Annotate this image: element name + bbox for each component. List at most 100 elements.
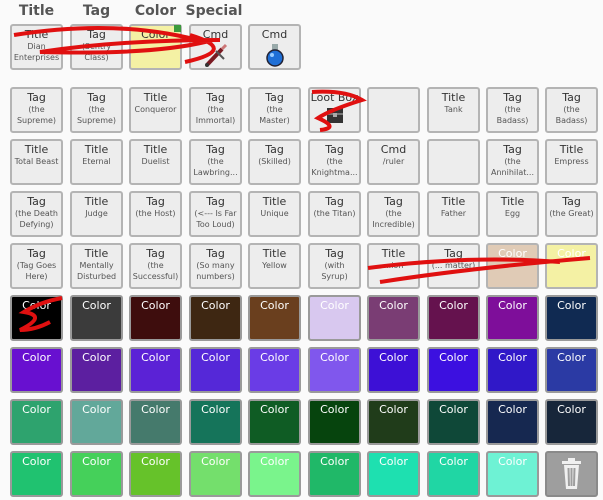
tile-sub: (the Knightma...	[311, 157, 358, 177]
color-swatch[interactable]: Color	[486, 451, 539, 497]
item-tile[interactable]: Tag (the Death Defying)	[10, 191, 63, 237]
item-tile[interactable]: Tag (the Titan)	[308, 191, 361, 237]
item-tile[interactable]: Title Conqueror	[129, 87, 182, 133]
equipped-tag-slot[interactable]: Tag (Sentry Class)	[70, 24, 123, 70]
item-tile[interactable]: Tag (... matter)	[427, 243, 480, 289]
special-cmd-slot-1[interactable]: Cmd	[189, 24, 242, 70]
color-swatch[interactable]: Color	[367, 451, 420, 497]
tile-sub: (the Incredible)	[372, 209, 415, 229]
color-swatch[interactable]: Color	[545, 295, 598, 341]
item-tile[interactable]: Color	[545, 243, 598, 289]
color-swatch[interactable]: Color	[308, 451, 361, 497]
item-tile[interactable]: Tag (the Knightma...	[308, 139, 361, 185]
item-tile[interactable]: Tag (<--- Is Far Too Loud)	[189, 191, 242, 237]
color-swatch[interactable]: Color	[486, 295, 539, 341]
color-swatch[interactable]: Color	[486, 399, 539, 445]
swatch-label: Color	[379, 299, 408, 312]
color-swatch[interactable]: Color	[427, 451, 480, 497]
item-tile[interactable]: Tag (the Host)	[129, 191, 182, 237]
special-cmd-slot-2[interactable]: Cmd	[248, 24, 301, 70]
tile-title: Title	[500, 195, 525, 208]
item-tile[interactable]: Tag (the Master)	[248, 87, 301, 133]
item-tile[interactable]: Loot Box	[308, 87, 361, 133]
trash-button[interactable]	[545, 451, 598, 497]
color-swatch[interactable]: Color	[367, 347, 420, 393]
item-tile[interactable]: Title Yellow	[248, 243, 301, 289]
swatch-label: Color	[498, 351, 527, 364]
item-tile[interactable]	[427, 139, 480, 185]
color-swatch[interactable]: Color	[486, 347, 539, 393]
color-swatch[interactable]: Color	[70, 451, 123, 497]
tile-title: Tag	[325, 247, 344, 260]
color-swatch[interactable]: Color	[427, 399, 480, 445]
color-swatch[interactable]: Color	[189, 451, 242, 497]
color-swatch[interactable]: Color	[308, 347, 361, 393]
item-tile[interactable]: Title Empress	[545, 139, 598, 185]
color-swatch[interactable]: Color	[427, 347, 480, 393]
color-swatch[interactable]: Color	[545, 347, 598, 393]
color-swatch[interactable]: Color	[189, 347, 242, 393]
item-tile[interactable]: Title Judge	[70, 191, 123, 237]
tile-sub: (the Annihilat...	[490, 157, 535, 177]
item-tile[interactable]: Color	[486, 243, 539, 289]
item-tile[interactable]: Tag (with Syrup)	[308, 243, 361, 289]
item-tile[interactable]: Tag (the Badass)	[545, 87, 598, 133]
color-swatch[interactable]: Color	[70, 295, 123, 341]
color-swatch[interactable]: Color	[129, 347, 182, 393]
item-tile[interactable]: Tag (the Great)	[545, 191, 598, 237]
color-swatch[interactable]: Color	[308, 399, 361, 445]
color-swatch[interactable]: Color	[545, 399, 598, 445]
item-tile[interactable]: Title Unique	[248, 191, 301, 237]
item-tile[interactable]: Title ...ion	[367, 243, 420, 289]
item-tile[interactable]: Tag (the Successful)	[129, 243, 182, 289]
item-tile[interactable]: Tag (the Incredible)	[367, 191, 420, 237]
equipped-title-slot[interactable]: Title Dian Enterprises	[10, 24, 63, 70]
color-swatch[interactable]: Color	[248, 451, 301, 497]
color-swatch[interactable]: Color	[189, 399, 242, 445]
color-swatch[interactable]: Color	[367, 295, 420, 341]
item-tile[interactable]: Title Mentally Disturbed	[70, 243, 123, 289]
item-tile[interactable]: Cmd/ruler	[367, 139, 420, 185]
color-swatch[interactable]: Color	[10, 295, 63, 341]
color-swatch[interactable]: Color	[70, 399, 123, 445]
tile-title: Title	[441, 195, 466, 208]
item-tile[interactable]: Title Total Beast	[10, 139, 63, 185]
tile-sub: (... matter)	[431, 261, 476, 270]
tile-sub: (the Badass)	[496, 105, 529, 125]
item-tile[interactable]: Tag (So many numbers)	[189, 243, 242, 289]
color-swatch[interactable]: Color	[10, 399, 63, 445]
item-tile[interactable]: Tag (the Supreme)	[70, 87, 123, 133]
color-swatch[interactable]: Color	[129, 399, 182, 445]
header-title: Title	[18, 3, 55, 19]
color-swatch[interactable]: Color	[248, 347, 301, 393]
color-swatch[interactable]: Color	[308, 295, 361, 341]
item-tile[interactable]: Tag (the Supreme)	[10, 87, 63, 133]
color-swatch[interactable]: Color	[70, 347, 123, 393]
tile-title: Tag	[87, 28, 106, 41]
color-swatch[interactable]: Color	[129, 451, 182, 497]
color-swatch[interactable]: Color	[129, 295, 182, 341]
color-swatch[interactable]: Color	[248, 399, 301, 445]
item-tile[interactable]: Title Duelist	[129, 139, 182, 185]
item-tile[interactable]: Title Egg	[486, 191, 539, 237]
color-swatch[interactable]: Color	[427, 295, 480, 341]
tile-title: Tag	[503, 143, 522, 156]
color-swatch[interactable]: Color	[10, 451, 63, 497]
color-swatch[interactable]: Color	[367, 399, 420, 445]
item-tile[interactable]: Tag (the Immortal)	[189, 87, 242, 133]
tile-sub: Unique	[260, 209, 289, 218]
item-tile[interactable]: Title Tank	[427, 87, 480, 133]
item-tile[interactable]	[367, 87, 420, 133]
item-tile[interactable]: Title Father	[427, 191, 480, 237]
swatch-label: Color	[22, 351, 51, 364]
color-swatch[interactable]: Color	[189, 295, 242, 341]
item-tile[interactable]: Tag (the Badass)	[486, 87, 539, 133]
item-tile[interactable]: Tag (Tag Goes Here)	[10, 243, 63, 289]
tile-sub: Duelist	[141, 157, 170, 166]
item-tile[interactable]: Tag (Skilled)	[248, 139, 301, 185]
color-swatch[interactable]: Color	[10, 347, 63, 393]
color-swatch[interactable]: Color	[248, 295, 301, 341]
item-tile[interactable]: Title Eternal	[70, 139, 123, 185]
item-tile[interactable]: Tag (the Lawbring...	[189, 139, 242, 185]
item-tile[interactable]: Tag (the Annihilat...	[486, 139, 539, 185]
